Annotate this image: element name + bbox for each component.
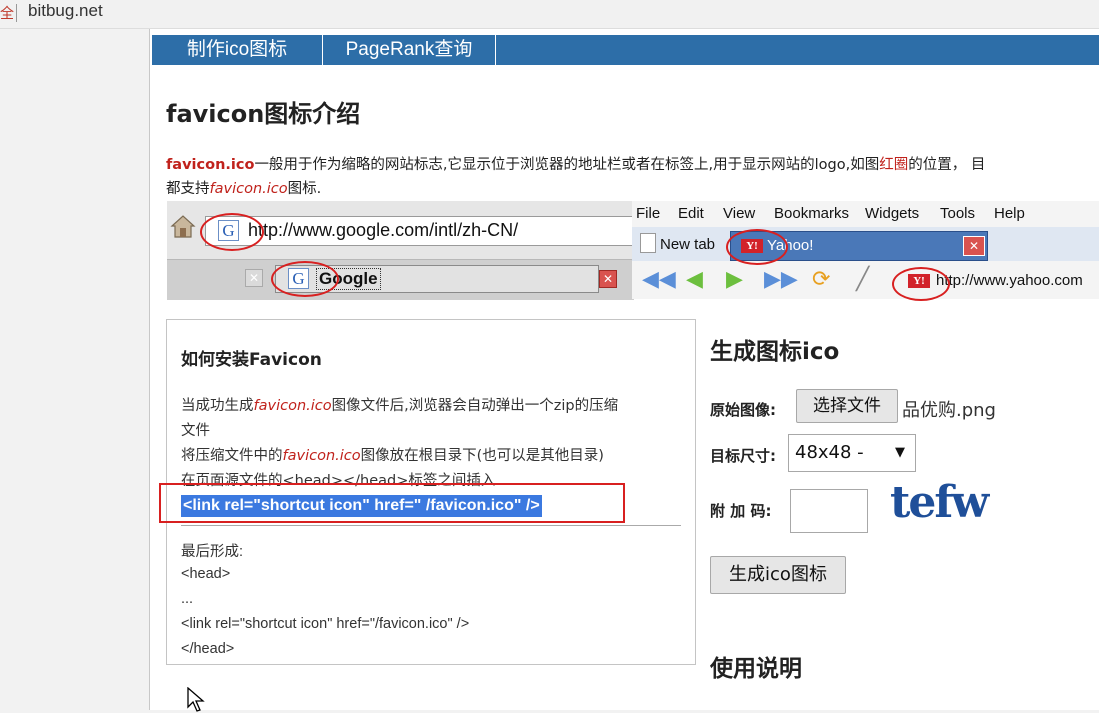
opera-tab-strip: New tab Y! Yahoo! ✕ <box>632 227 1099 261</box>
intro-red-circle: 红圈 <box>879 157 909 173</box>
intro-line2-prefix: 都支持 <box>166 181 210 197</box>
opera-toolbar: ◀◀ ◀ ▶ ▶▶ ⟳ ╱ Y! http://www.yahoo.com <box>632 263 1099 299</box>
step1-term: favicon.ico <box>253 398 332 414</box>
firefox-address-box: G http://www.google.com/intl/zh-CN/ <box>205 216 636 246</box>
nav-item-make-ico[interactable]: 制作ico图标 <box>152 35 323 65</box>
target-size-value: 48x48 - <box>795 442 864 463</box>
mouse-cursor-icon <box>187 687 205 712</box>
favicon-example-image: G http://www.google.com/intl/zh-CN/ ✕ G … <box>167 201 1099 301</box>
intro-text-2: 的位置， 目 <box>908 157 986 173</box>
opera-new-tab-label: New tab <box>660 236 716 253</box>
captcha-label: 附 加 码: <box>710 502 772 520</box>
result-line: <link rel="shortcut icon" href="/favicon… <box>181 616 470 632</box>
browser-address-bar[interactable]: 全 bitbug.net <box>0 0 1099 29</box>
pen-icon: ╱ <box>856 267 870 292</box>
nav-item-pagerank[interactable]: PageRank查询 <box>323 35 496 65</box>
firefox-address-text: http://www.google.com/intl/zh-CN/ <box>248 220 519 240</box>
intro-term: favicon.ico <box>166 157 255 173</box>
intro-line2-term: favicon.ico <box>209 181 288 197</box>
highlight-circle <box>271 261 339 297</box>
result-label: 最后形成: <box>181 544 244 560</box>
page-title: favicon图标介绍 <box>166 100 361 128</box>
step2-term: favicon.ico <box>282 448 361 464</box>
opera-menu-bar: File Edit View Bookmarks Widgets Tools H… <box>632 201 1099 227</box>
result-line: ... <box>181 591 194 607</box>
intro-text: 一般用于作为缩略的网站标志,它显示位于浏览器的地址栏或者在标签上,用于显示网站的… <box>254 157 880 173</box>
generate-title: 生成图标ico <box>710 339 840 365</box>
highlight-box <box>159 483 625 523</box>
install-step-1-cont: 文件 <box>181 423 210 439</box>
install-instructions-box: 如何安装Favicon 当成功生成favicon.ico图像文件后,浏览器会自动… <box>159 319 696 665</box>
close-icon: ✕ <box>245 269 263 287</box>
top-nav: 制作ico图标 PageRank查询 <box>152 35 1099 65</box>
menu-item-edit: Edit <box>678 205 704 222</box>
menu-item-file: File <box>636 205 661 222</box>
menu-item-help: Help <box>994 205 1025 222</box>
choose-file-button[interactable]: 选择文件 <box>796 389 898 423</box>
step2-prefix: 将压缩文件中的 <box>181 448 283 464</box>
address-url[interactable]: bitbug.net <box>28 1 103 21</box>
step1-prefix: 当成功生成 <box>181 398 254 414</box>
usage-title: 使用说明 <box>710 656 802 682</box>
close-icon: ✕ <box>599 270 617 288</box>
page-left-margin <box>0 29 150 710</box>
install-title: 如何安装Favicon <box>181 350 322 370</box>
selected-file-name: 品优购.png <box>902 400 996 421</box>
opera-example: File Edit View Bookmarks Widgets Tools H… <box>632 201 1099 301</box>
captcha-input[interactable] <box>790 489 868 533</box>
menu-item-tools: Tools <box>940 205 976 222</box>
page-content: 制作ico图标 PageRank查询 favicon图标介绍 favicon.i… <box>150 29 1099 712</box>
highlight-circle <box>200 213 264 251</box>
security-indicator[interactable]: 全 <box>0 3 14 23</box>
step1-suffix: 图像文件后,浏览器会自动弹出一个zip的压缩 <box>331 398 619 414</box>
firefox-example: G http://www.google.com/intl/zh-CN/ ✕ G … <box>167 201 636 300</box>
opera-address-text: http://www.yahoo.com <box>936 272 1083 289</box>
result-line: </head> <box>181 641 235 657</box>
install-step-1: 当成功生成favicon.ico图像文件后,浏览器会自动弹出一个zip的压缩 <box>181 394 618 415</box>
menu-item-bookmarks: Bookmarks <box>774 205 850 222</box>
intro-line2-suffix: 图标. <box>287 181 322 197</box>
reload-icon: ⟳ <box>812 267 831 292</box>
highlight-circle <box>892 267 950 301</box>
home-icon <box>170 215 196 238</box>
step2-suffix: 图像放在根目录下(也可以是其他目录) <box>360 448 604 464</box>
install-step-2: 将压缩文件中的favicon.ico图像放在根目录下(也可以是其他目录) <box>181 444 604 465</box>
close-icon: ✕ <box>963 236 985 256</box>
back-arrow-icon: ◀ <box>686 267 703 292</box>
opera-new-tab: New tab <box>640 233 715 253</box>
captcha-image[interactable]: tefw <box>890 477 989 528</box>
firefox-tab-row: ✕ G Google ✕ <box>167 259 634 300</box>
divider <box>16 4 17 22</box>
target-size-label: 目标尺寸: <box>710 447 776 465</box>
generate-ico-button[interactable]: 生成ico图标 <box>710 556 846 594</box>
fast-forward-icon: ▶▶ <box>764 267 798 292</box>
menu-item-widgets: Widgets <box>865 205 920 222</box>
divider <box>181 525 681 526</box>
source-image-label: 原始图像: <box>710 401 776 419</box>
target-size-select[interactable]: 48x48 - ▼ <box>788 434 916 472</box>
result-line: <head> <box>181 566 231 582</box>
highlight-circle <box>726 229 788 265</box>
page-icon <box>640 233 656 253</box>
menu-item-view: View <box>723 205 756 222</box>
forward-arrow-icon: ▶ <box>726 267 743 292</box>
intro-paragraph: favicon.ico一般用于作为缩略的网站标志,它显示位于浏览器的地址栏或者在… <box>166 153 1099 201</box>
chevron-down-icon: ▼ <box>895 445 905 460</box>
rewind-icon: ◀◀ <box>642 267 676 292</box>
